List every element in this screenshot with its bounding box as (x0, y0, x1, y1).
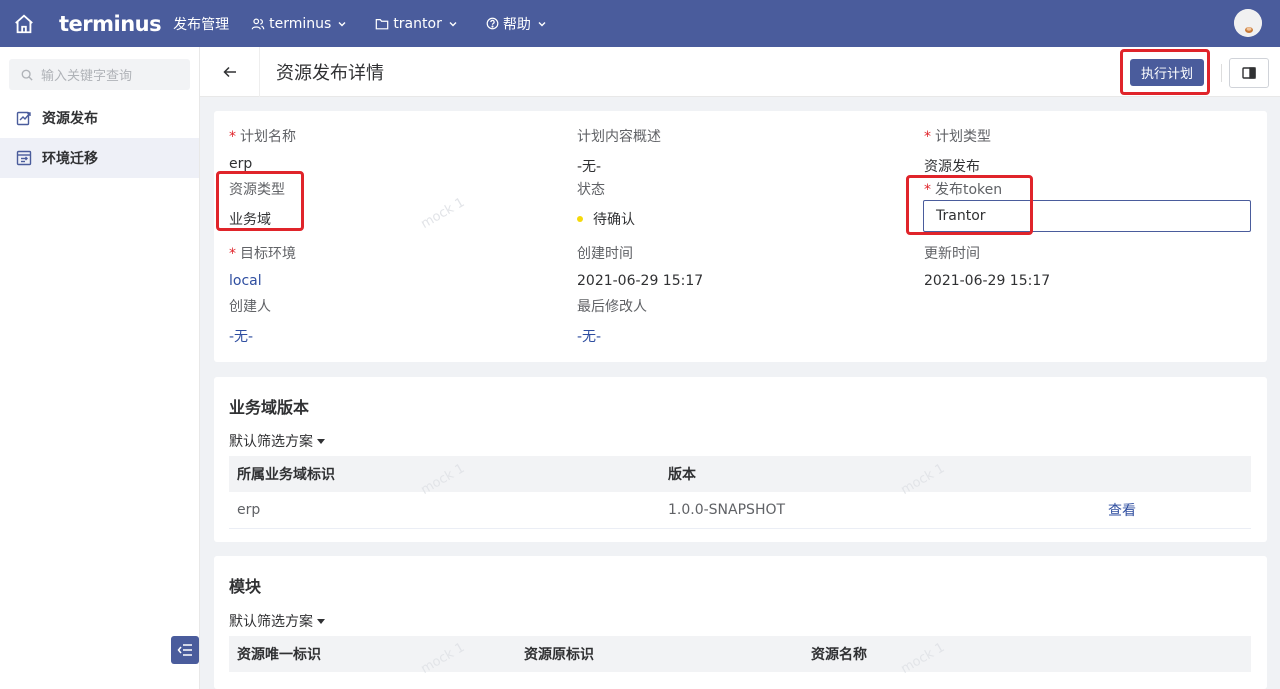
sidebar-item-label: 环境迁移 (42, 151, 98, 167)
created-time-value: 2021-06-29 15:17 (577, 273, 704, 289)
updated-time-value: 2021-06-29 15:17 (924, 273, 1051, 289)
help-dropdown[interactable]: 帮助 (486, 14, 551, 34)
domain-filter-dropdown[interactable]: 默认筛选方案 (229, 431, 325, 451)
highlight-box (906, 175, 1033, 235)
toggle-panel-button[interactable] (1229, 58, 1269, 88)
user-group-icon (251, 17, 265, 29)
creator-link[interactable]: -无- (229, 326, 271, 346)
created-time-label: 创建时间 (577, 246, 633, 262)
updated-time-label: 更新时间 (924, 246, 980, 262)
brand-logo[interactable]: terminus (59, 12, 162, 36)
back-button[interactable] (200, 46, 260, 97)
required-mark: * (924, 129, 931, 145)
highlight-box (1120, 49, 1210, 95)
plan-detail-card: * 计划名称 erp 计划内容概述 -无- * 计划类型 资源发布 资源类型 业务域… (214, 111, 1267, 362)
chevron-down-icon (338, 21, 346, 26)
avatar-icon (1234, 9, 1262, 37)
search-icon (21, 69, 33, 81)
modules-filter-dropdown[interactable]: 默认筛选方案 (229, 611, 325, 631)
sidebar-item-label: 资源发布 (42, 111, 98, 127)
status-label: 状态 (577, 182, 605, 198)
modules-title: 模块 (229, 577, 262, 596)
target-env-label: 目标环境 (240, 246, 296, 262)
domain-cell: erp (237, 502, 261, 518)
plan-name-value: erp (229, 156, 253, 172)
column-header: 资源名称 (811, 647, 867, 663)
required-mark: * (229, 129, 236, 145)
target-env-link[interactable]: local (229, 273, 296, 289)
plan-name-label: 计划名称 (240, 129, 296, 145)
required-mark: * (229, 246, 236, 262)
column-header: 资源唯一标识 (237, 647, 321, 663)
menu-collapse-icon (177, 644, 192, 656)
nav-menu: terminus trantor 帮助 (251, 14, 575, 34)
chevron-down-icon (449, 21, 457, 26)
sidebar-item-env-migration[interactable]: 环境迁移 (0, 138, 199, 178)
user-avatar[interactable] (1234, 9, 1262, 37)
created-time-field: 创建时间 2021-06-29 15:17 (577, 243, 703, 289)
status-value: 待确认 (593, 212, 635, 228)
watermark: mock 1 (418, 195, 468, 232)
summary-label: 计划内容概述 (577, 129, 661, 145)
page-header: 资源发布详情 执行计划 (200, 46, 1280, 97)
app-name[interactable]: 发布管理 (173, 14, 229, 34)
sidebar-item-resource-publish[interactable]: 资源发布 (0, 98, 199, 138)
column-header: 所属业务域标识 (237, 467, 335, 483)
highlight-box (216, 171, 304, 231)
target-env-field: * 目标环境 local (229, 243, 296, 289)
project-dropdown[interactable]: trantor (375, 16, 462, 32)
sidebar-search-input[interactable]: 输入关键字查询 (9, 59, 190, 90)
creator-label: 创建人 (229, 299, 271, 315)
page-title: 资源发布详情 (276, 62, 384, 84)
filter-label: 默认筛选方案 (229, 434, 313, 450)
project-label: trantor (393, 15, 442, 32)
divider (1221, 64, 1222, 82)
domain-versions-title: 业务域版本 (229, 398, 310, 417)
sidebar: 输入关键字查询 资源发布 环境迁移 (0, 47, 200, 689)
status-dot (577, 216, 583, 222)
org-dropdown[interactable]: terminus (251, 16, 351, 32)
modifier-label: 最后修改人 (577, 299, 647, 315)
column-header: 版本 (668, 467, 696, 483)
modifier-link[interactable]: -无- (577, 326, 647, 346)
table-header: 所属业务域标识 版本 (229, 456, 1251, 492)
caret-down-icon (317, 618, 325, 624)
column-header: 资源原标识 (524, 647, 594, 663)
updated-time-field: 更新时间 2021-06-29 15:17 (924, 243, 1050, 289)
table-row: erp 1.0.0-SNAPSHOT 查看 (229, 492, 1251, 529)
arrow-left-icon (222, 66, 236, 77)
version-cell: 1.0.0-SNAPSHOT (668, 502, 786, 518)
publish-icon (16, 111, 31, 126)
migrate-icon (16, 150, 32, 166)
sidebar-collapse-button[interactable] (171, 636, 199, 664)
summary-field: 计划内容概述 -无- (577, 126, 661, 176)
modules-card: 模块 默认筛选方案 资源唯一标识 资源原标识 资源名称 mock 1 mock … (214, 556, 1267, 689)
org-label: terminus (269, 15, 332, 32)
filter-label: 默认筛选方案 (229, 614, 313, 630)
home-button[interactable] (0, 0, 47, 47)
status-field: 状态 待确认 (577, 179, 635, 229)
creator-field: 创建人 -无- (229, 296, 271, 346)
summary-value: -无- (577, 159, 602, 175)
side-panel-icon (1242, 67, 1256, 79)
plan-type-label: 计划类型 (935, 129, 991, 145)
plan-type-field: * 计划类型 资源发布 (924, 126, 991, 176)
view-link[interactable]: 查看 (1108, 500, 1136, 520)
modifier-field: 最后修改人 -无- (577, 296, 647, 346)
folder-icon (376, 18, 389, 29)
home-icon (14, 14, 33, 33)
help-circle-icon (486, 17, 499, 30)
chevron-down-icon (538, 21, 546, 26)
search-placeholder: 输入关键字查询 (41, 69, 133, 84)
top-navbar: terminus 发布管理 terminus trantor 帮助 (0, 0, 1280, 47)
domain-versions-card: 业务域版本 默认筛选方案 所属业务域标识 版本 erp 1.0.0-SNAPSH… (214, 377, 1267, 542)
caret-down-icon (317, 438, 325, 444)
table-header: 资源唯一标识 资源原标识 资源名称 (229, 636, 1251, 672)
plan-type-value: 资源发布 (924, 159, 980, 175)
plan-name-field: * 计划名称 erp (229, 126, 296, 172)
help-label: 帮助 (502, 16, 531, 33)
